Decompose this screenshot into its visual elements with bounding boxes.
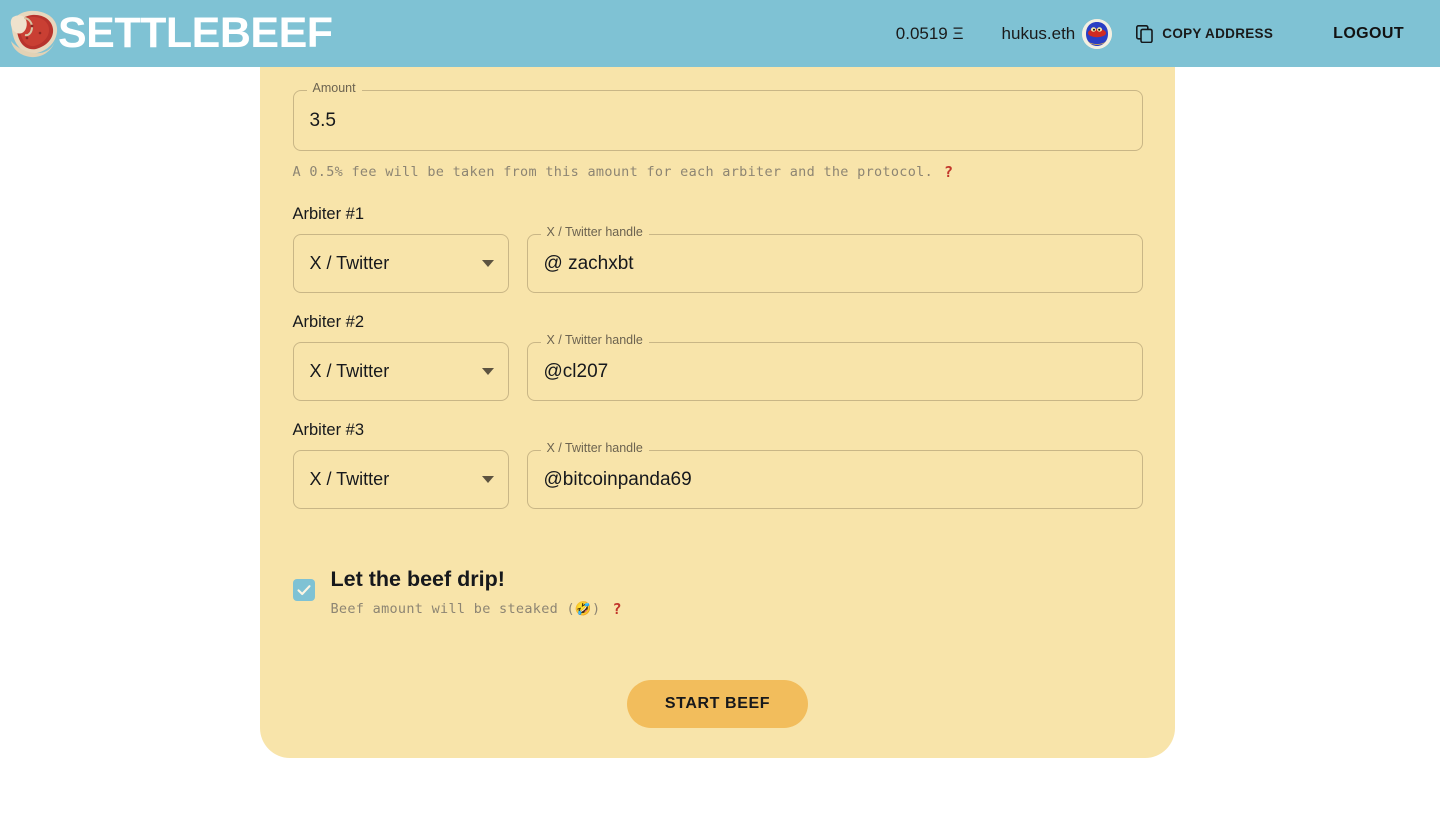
beef-drip-title: Let the beef drip!	[330, 567, 505, 591]
amount-value: 3.5	[309, 109, 336, 131]
arbiter-label-1: Arbiter #1	[292, 205, 365, 223]
steak-icon	[10, 10, 58, 57]
fee-note-text: A 0.5% fee will be taken from this amoun…	[292, 164, 934, 180]
check-icon	[296, 585, 311, 596]
arbiter-handle-legend-1: X / Twitter handle	[540, 226, 649, 239]
arbiter-row-1: X / Twitter X / Twitter handle @ zachxbt	[292, 226, 1143, 293]
logout-button[interactable]: LOGOUT	[1333, 25, 1404, 43]
beef-drip-texts: Let the beef drip! Beef amount will be s…	[331, 567, 622, 618]
arbiter-handle-box-3[interactable]: X / Twitter handle @bitcoinpanda69	[526, 442, 1143, 509]
fee-help-icon[interactable]: ?	[944, 163, 953, 181]
arbiter-handle-box-2[interactable]: X / Twitter handle @cl207	[526, 334, 1143, 401]
wallet-balance: 0.0519 Ξ	[895, 23, 964, 43]
arbiter-handle-value-2: @cl207	[543, 360, 609, 382]
arbiter-block-1: Arbiter #1 X / Twitter X / Twitter handl…	[292, 205, 1143, 293]
chevron-down-icon	[481, 260, 494, 267]
chevron-down-icon	[481, 476, 494, 483]
arbiter-platform-select-3[interactable]: X / Twitter	[292, 450, 509, 509]
beef-drip-subtitle-row: Beef amount will be steaked (🤣) ?	[331, 600, 622, 618]
beef-form-card: Amount 3.5 A 0.5% fee will be taken from…	[260, 0, 1175, 758]
arbiter-handle-legend-2: X / Twitter handle	[540, 334, 649, 347]
app-header: SETTLEBEEF 0.0519 Ξ hukus.eth COPY ADDRE…	[0, 0, 1440, 67]
amount-legend: Amount	[306, 82, 362, 95]
arbiter-block-2: Arbiter #2 X / Twitter X / Twitter handl…	[292, 313, 1143, 401]
arbiter-platform-value-3: X / Twitter	[309, 469, 390, 489]
amount-input-box[interactable]: Amount 3.5	[292, 82, 1143, 151]
copy-address-button[interactable]: COPY ADDRESS	[1136, 24, 1274, 43]
copy-address-label: COPY ADDRESS	[1162, 26, 1274, 41]
chevron-down-icon	[481, 368, 494, 375]
arbiter-handle-field-3[interactable]: X / Twitter handle @bitcoinpanda69	[526, 442, 1143, 509]
arbiter-platform-value-1: X / Twitter	[309, 253, 390, 273]
beef-drip-checkbox[interactable]	[292, 579, 315, 601]
submit-row: START BEEF	[293, 680, 1143, 728]
arbiter-label-3: Arbiter #3	[292, 421, 365, 439]
brand[interactable]: SETTLEBEEF	[0, 8, 333, 60]
amount-field[interactable]: Amount 3.5	[292, 82, 1143, 151]
arbiter-platform-value-2: X / Twitter	[309, 361, 390, 381]
beef-drip-subtitle: Beef amount will be steaked (🤣)	[330, 601, 601, 617]
arbiter-row-2: X / Twitter X / Twitter handle @cl207	[292, 334, 1143, 401]
arbiter-label-2: Arbiter #2	[292, 313, 365, 331]
arbiter-row-3: X / Twitter X / Twitter handle @bitcoinp…	[292, 442, 1143, 509]
arbiter-platform-select-1[interactable]: X / Twitter	[292, 234, 509, 293]
arbiter-handle-value-1: @ zachxbt	[543, 252, 634, 274]
brand-name: SETTLEBEEF	[58, 9, 333, 57]
copy-icon	[1136, 24, 1154, 43]
start-beef-button[interactable]: START BEEF	[626, 680, 809, 728]
arbiter-handle-value-3: @bitcoinpanda69	[543, 468, 692, 490]
avatar	[1082, 18, 1113, 49]
arbiter-platform-select-2[interactable]: X / Twitter	[292, 342, 509, 401]
header-actions: 0.0519 Ξ hukus.eth COPY ADDRESS LOGOUT	[895, 18, 1440, 49]
arbiter-handle-field-2[interactable]: X / Twitter handle @cl207	[526, 334, 1143, 401]
arbiter-handle-box-1[interactable]: X / Twitter handle @ zachxbt	[526, 226, 1143, 293]
arbiter-handle-legend-3: X / Twitter handle	[540, 442, 649, 455]
arbiter-handle-field-1[interactable]: X / Twitter handle @ zachxbt	[526, 226, 1143, 293]
fee-note: A 0.5% fee will be taken from this amoun…	[293, 163, 954, 181]
account-name: hukus.eth	[1001, 23, 1076, 43]
beef-drip-group: Let the beef drip! Beef amount will be s…	[292, 567, 622, 618]
arbiter-block-3: Arbiter #3 X / Twitter X / Twitter handl…	[292, 421, 1143, 509]
account-chip[interactable]: hukus.eth	[1001, 18, 1113, 49]
beef-drip-help-icon[interactable]: ?	[612, 600, 621, 618]
